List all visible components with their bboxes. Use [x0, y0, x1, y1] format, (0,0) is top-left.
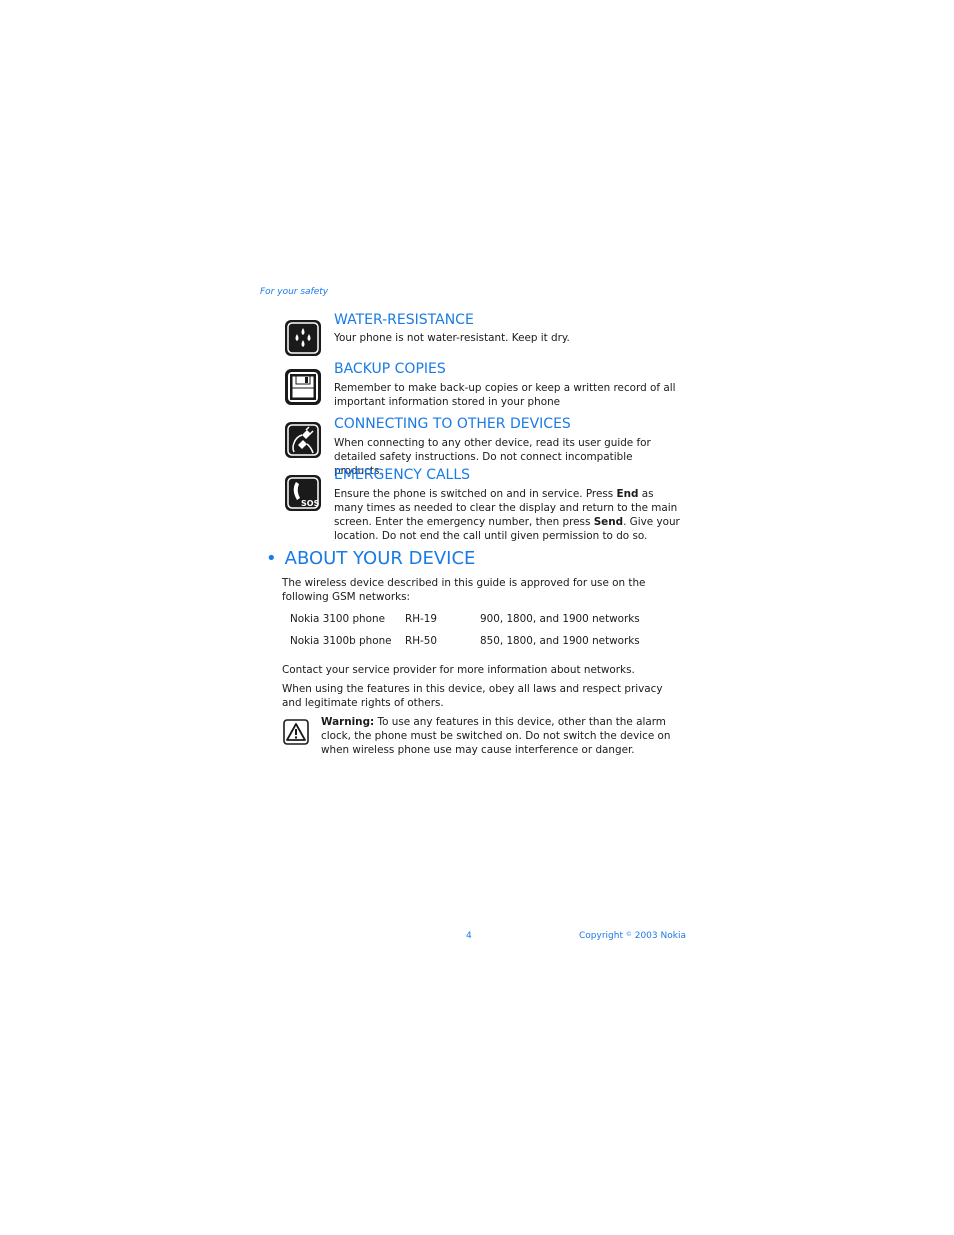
section-title-emergency-calls: EMERGENCY CALLS — [334, 467, 471, 483]
heading-bullet: • — [266, 548, 277, 569]
copyright-symbol: © — [625, 931, 632, 938]
warning-text: Warning: To use any features in this dev… — [321, 715, 683, 757]
page-number: 4 — [466, 931, 472, 941]
about-title: ABOUT YOUR DEVICE — [284, 548, 476, 569]
section-title-backup-copies: BACKUP COPIES — [334, 361, 446, 377]
warning-triangle-icon — [283, 719, 309, 745]
network-bands: 900, 1800, and 1900 networks — [480, 613, 640, 625]
section-text-water-resistance: Your phone is not water-resistant. Keep … — [334, 332, 570, 344]
water-drops-icon — [284, 319, 322, 357]
plug-connector-icon — [284, 421, 322, 459]
svg-text:SOS: SOS — [301, 499, 320, 508]
key-end: End — [616, 488, 639, 500]
section-title-connecting: CONNECTING TO OTHER DEVICES — [334, 416, 571, 432]
section-title-water-resistance: WATER-RESISTANCE — [334, 312, 474, 328]
warning-body: To use any features in this device, othe… — [321, 716, 671, 756]
network-type: RH-19 — [405, 613, 438, 625]
network-type: RH-50 — [405, 635, 438, 647]
warning-label: Warning: — [321, 716, 375, 728]
text-run: Ensure the phone is switched on and in s… — [334, 488, 617, 500]
section-text-backup-copies: Remember to make back-up copies or keep … — [334, 382, 676, 408]
about-heading: • ABOUT YOUR DEVICE — [266, 548, 475, 569]
section-text-emergency-calls: Ensure the phone is switched on and in s… — [334, 487, 684, 543]
network-model: Nokia 3100b phone — [290, 635, 392, 647]
copyright-suffix: 2003 Nokia — [634, 931, 686, 941]
key-send: Send — [593, 516, 624, 528]
copyright-prefix: Copyright — [579, 931, 623, 941]
about-intro: The wireless device described in this gu… — [282, 577, 646, 603]
floppy-disk-icon — [284, 368, 322, 406]
contact-text: Contact your service provider for more i… — [282, 664, 635, 676]
running-head: For your safety — [260, 287, 329, 297]
network-row: Nokia 3100 phone RH-19 900, 1800, and 19… — [290, 613, 690, 627]
network-model: Nokia 3100 phone — [290, 613, 385, 625]
network-row: Nokia 3100b phone RH-50 850, 1800, and 1… — [290, 635, 690, 649]
copyright: Copyright © 2003 Nokia — [579, 931, 686, 941]
laws-text: When using the features in this device, … — [282, 683, 663, 709]
sos-phone-icon: SOS — [284, 474, 322, 512]
network-bands: 850, 1800, and 1900 networks — [480, 635, 640, 647]
